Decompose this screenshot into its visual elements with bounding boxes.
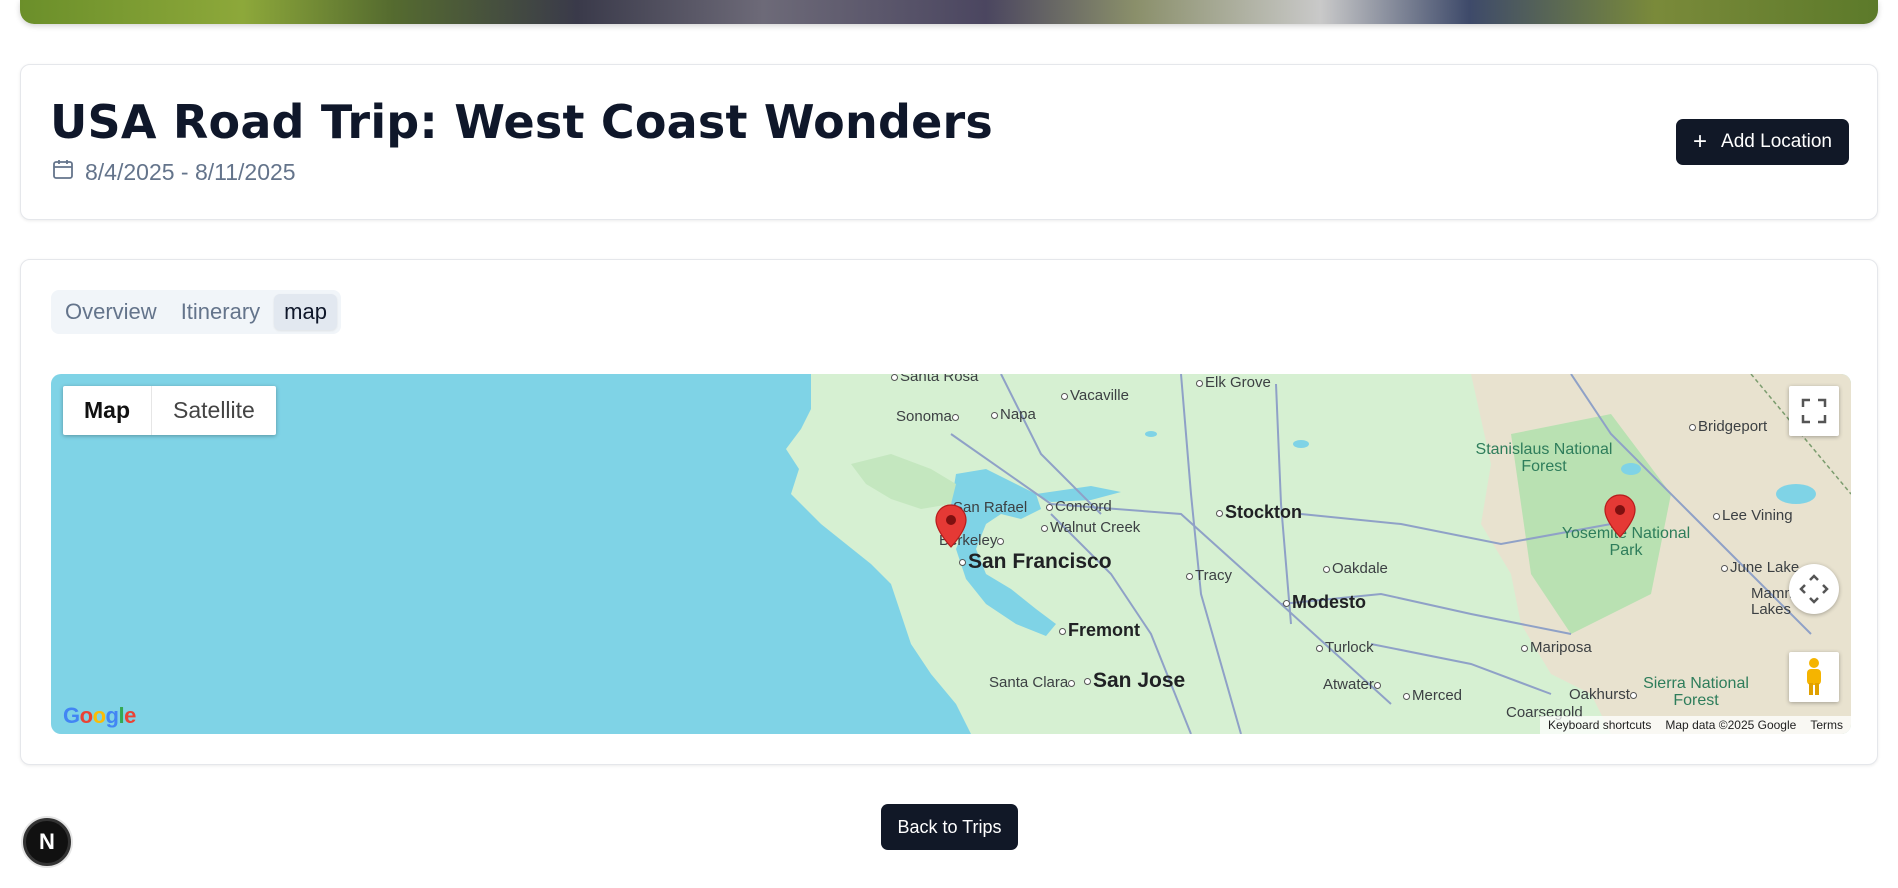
fullscreen-icon xyxy=(1801,398,1827,424)
google-logo: Google xyxy=(63,703,136,728)
location-marker-san-francisco[interactable] xyxy=(935,504,967,548)
map-label: Sonoma xyxy=(896,408,961,425)
tab-overview[interactable]: Overview xyxy=(55,294,167,330)
map-label: Elk Grove xyxy=(1196,374,1271,391)
map-label: Modesto xyxy=(1283,592,1366,613)
map-label: June Lake xyxy=(1721,559,1799,576)
map-park-label: Stanislaus National Forest xyxy=(1475,441,1613,475)
map-type-control: Map Satellite xyxy=(63,386,276,435)
add-location-label: Add Location xyxy=(1721,131,1832,152)
map-label: Oakdale xyxy=(1323,560,1388,577)
pegman-icon xyxy=(1807,658,1821,695)
calendar-icon xyxy=(51,157,75,187)
map-label: Tracy xyxy=(1186,567,1232,584)
map-label: Turlock xyxy=(1316,639,1374,656)
map-label: Stockton xyxy=(1216,502,1302,523)
back-to-trips-button[interactable]: Back to Trips xyxy=(881,804,1018,850)
trip-date-range: 8/4/2025 - 8/11/2025 xyxy=(51,157,296,187)
pan-arrows-icon xyxy=(1799,574,1829,604)
map-type-map-button[interactable]: Map xyxy=(63,386,152,435)
keyboard-shortcuts-link[interactable]: Keyboard shortcuts xyxy=(1548,718,1651,732)
map-attribution: Keyboard shortcuts Map data ©2025 Google… xyxy=(1540,716,1851,734)
fullscreen-button[interactable] xyxy=(1789,386,1839,436)
street-view-pegman[interactable] xyxy=(1789,652,1839,702)
map-label: Mammoth Lakes xyxy=(1751,585,1818,618)
trip-details-card: Overview Itinerary map Santa Rosa Elk Gr… xyxy=(20,259,1878,765)
map-type-satellite-button[interactable]: Satellite xyxy=(152,386,276,435)
hero-image xyxy=(20,0,1878,24)
map-label: Fremont xyxy=(1059,620,1140,641)
map-label: Lee Vining xyxy=(1713,507,1793,524)
camera-control-button[interactable] xyxy=(1789,564,1839,614)
map-label: Walnut Creek xyxy=(1041,519,1140,536)
trip-title: USA Road Trip: West Coast Wonders xyxy=(50,95,993,149)
trip-dates: 8/4/2025 - 8/11/2025 xyxy=(85,158,296,185)
location-marker-yosemite[interactable] xyxy=(1604,494,1636,538)
map-park-label: Sierra National Forest xyxy=(1643,675,1749,709)
map-label: Oakhurst xyxy=(1569,686,1639,703)
tab-list: Overview Itinerary map xyxy=(51,290,341,334)
google-map[interactable]: Santa Rosa Elk Grove Vacaville Sonoma Na… xyxy=(51,374,1851,734)
map-label: Vacaville xyxy=(1061,387,1129,404)
map-label: San Francisco xyxy=(959,550,1112,574)
map-data-text: Map data ©2025 Google xyxy=(1665,718,1797,732)
map-label: Merced xyxy=(1403,687,1462,704)
map-label: San Jose xyxy=(1084,669,1185,693)
map-label: Atwater xyxy=(1323,676,1383,693)
map-label: Mariposa xyxy=(1521,639,1592,656)
dev-tools-badge[interactable]: N xyxy=(23,818,71,866)
plus-icon: + xyxy=(1693,128,1708,155)
tab-map[interactable]: map xyxy=(274,294,337,330)
terms-link[interactable]: Terms xyxy=(1810,718,1843,732)
tab-itinerary[interactable]: Itinerary xyxy=(171,294,270,330)
trip-header-card: USA Road Trip: West Coast Wonders 8/4/20… xyxy=(20,64,1878,220)
add-location-button[interactable]: + Add Location xyxy=(1676,119,1849,165)
map-label: Concord xyxy=(1046,498,1112,515)
map-label: Bridgeport xyxy=(1689,418,1767,435)
map-label: Santa Rosa xyxy=(891,374,978,385)
map-label: Santa Clara xyxy=(989,674,1077,691)
map-label: Napa xyxy=(991,406,1036,423)
